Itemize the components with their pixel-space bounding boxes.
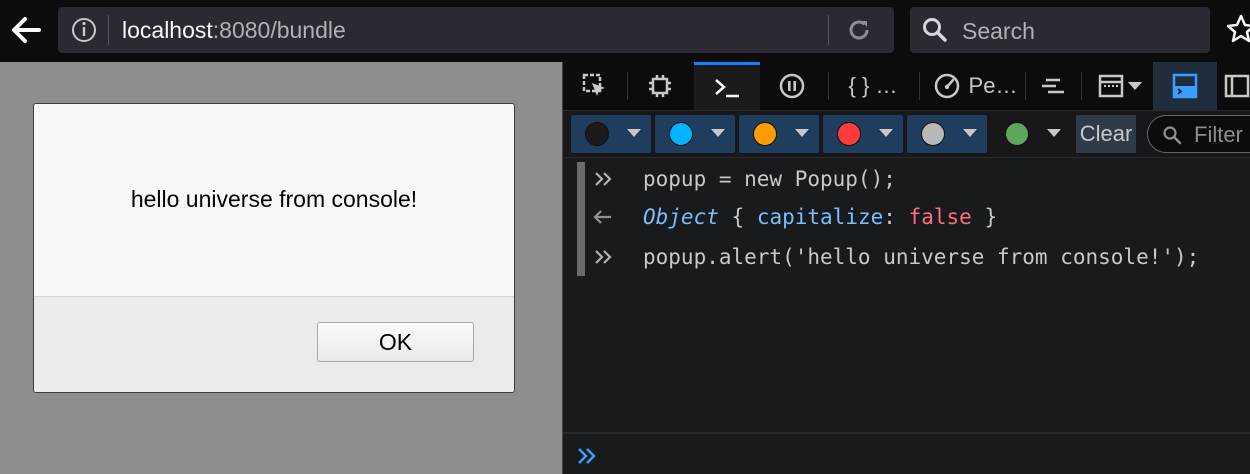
search-icon [923,18,947,42]
console-filter-bar: Clear Filter [563,110,1250,158]
console-prompt-icon [715,78,739,97]
filter-css-button[interactable] [739,115,819,153]
devtools-panel: { } … Pe… Clear Filter popup = new Popup… [562,62,1250,474]
search-bar[interactable]: Search [910,7,1210,53]
filter-security-button[interactable] [907,115,987,153]
chevron-down-icon [627,129,641,137]
filter-input[interactable]: Filter [1147,115,1250,153]
page-viewport: hello universe from console! OK [0,62,562,474]
tab-style-editor[interactable]: { } … [833,62,913,110]
browser-toolbar: localhost:8080/bundle Search [0,0,1250,62]
selection-gutter [577,162,585,276]
performance-label: Pe… [968,73,1018,98]
chip-icon [649,75,671,97]
console-line-output: Object { capitalize : false } [593,200,997,234]
url-host: localhost [122,17,213,43]
console-property-value: false [908,205,972,229]
filter-js-button[interactable] [823,115,903,153]
console-code: popup.alert('hello universe from console… [643,245,1200,269]
tab-separator [1025,72,1026,100]
alert-dialog: hello universe from console! OK [33,103,515,393]
filter-errors-button[interactable] [571,115,651,153]
dock-layout-button[interactable] [1087,62,1153,110]
back-button[interactable] [0,6,52,54]
console-line-input: popup = new Popup(); [593,162,896,196]
panel-icon [1224,74,1250,98]
double-chevron-right-icon [595,250,612,264]
url-separator-right [828,15,829,45]
console-property-key: capitalize [756,205,884,229]
console-line-input: popup.alert('hello universe from console… [593,240,1199,274]
filter-placeholder: Filter [1194,122,1243,147]
console-object-type[interactable]: Object [643,205,719,229]
style-editor-label: { } … [848,73,898,98]
gauge-icon [934,73,959,99]
filter-net-dot [669,122,693,146]
double-chevron-right-icon [595,172,612,186]
arrow-left-icon [12,17,41,43]
split-console-button[interactable] [1153,62,1217,110]
console-input[interactable] [563,432,1250,474]
tab-console[interactable] [694,62,760,110]
chevron-down-icon [879,129,893,137]
filter-logging-button[interactable] [991,115,1071,153]
chevron-down-icon [963,129,977,137]
filter-logging-dot [1005,122,1029,146]
tab-debugger[interactable] [760,62,824,110]
tab-separator [1081,72,1082,100]
reload-icon[interactable] [846,17,872,43]
tab-separator [828,72,829,100]
options-button[interactable] [1217,62,1250,110]
info-icon[interactable] [70,16,98,44]
url-path: :8080/bundle [212,17,346,43]
alert-footer: OK [34,296,514,392]
console-brace-open: { [731,205,745,229]
split-console-icon [1172,73,1198,99]
chevron-down-icon [795,129,809,137]
filter-css-dot [753,122,777,146]
console-code: popup = new Popup(); [643,167,896,191]
pause-circle-icon [779,73,805,99]
clear-button[interactable]: Clear [1076,115,1136,153]
url-bar[interactable]: localhost:8080/bundle [58,7,894,53]
filter-net-button[interactable] [655,115,735,153]
arrow-left-icon [593,210,611,224]
chevron-down-icon [1128,82,1142,90]
console-brace-close: } [984,205,998,229]
filter-errors-dot [585,122,609,146]
ok-button[interactable]: OK [317,322,474,362]
filter-js-dot [837,122,861,146]
lines-icon [1042,78,1064,94]
console-colon: : [883,205,896,229]
chevron-down-icon [1047,129,1061,137]
devtools-tabbar: { } … Pe… [563,62,1250,110]
tab-chip[interactable] [628,62,692,110]
bookmark-star-icon[interactable] [1226,12,1250,48]
search-placeholder: Search [962,18,1035,44]
chevron-down-icon [711,129,725,137]
tab-separator [919,72,920,100]
window-layout-icon [1098,74,1124,98]
alert-message: hello universe from console! [130,186,418,212]
tab-overflow[interactable] [1027,62,1077,110]
tab-inspector[interactable] [563,62,627,110]
console-output[interactable]: popup = new Popup(); Object { capitalize… [563,158,1250,432]
inspector-icon [582,73,605,96]
filter-security-dot [921,122,945,146]
url-separator [108,15,109,45]
tab-performance[interactable]: Pe… [925,62,1025,110]
double-chevron-right-icon [578,448,596,464]
search-icon [1163,126,1182,145]
url-text[interactable]: localhost:8080/bundle [122,17,346,44]
